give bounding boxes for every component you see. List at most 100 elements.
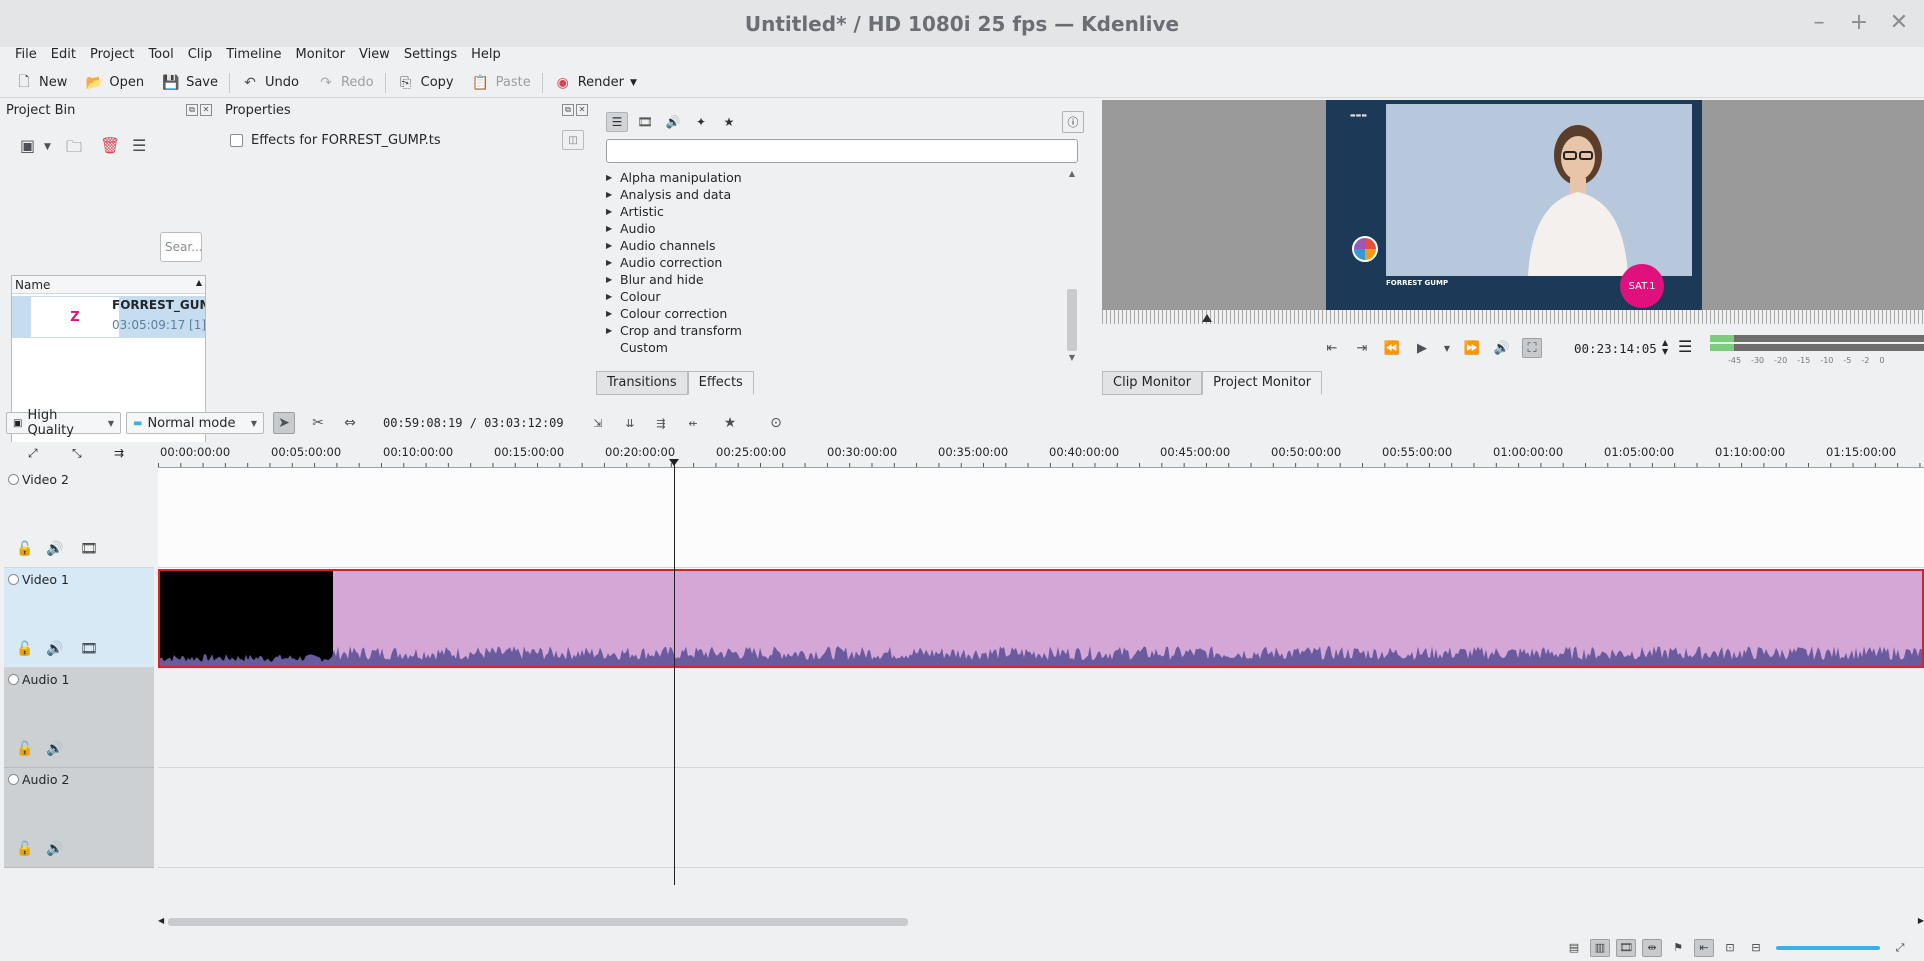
lock-icon[interactable]: 🔓 (16, 541, 33, 557)
add-folder-icon[interactable]: 🗀 (66, 136, 82, 163)
rewind-icon[interactable]: ⏪ (1382, 338, 1402, 358)
expand-arrow-icon[interactable]: ▶ (606, 173, 614, 182)
expand-arrow-icon[interactable]: ▶ (606, 258, 614, 267)
bin-search-input[interactable]: Sear... (160, 232, 203, 262)
audio-filter-icon[interactable]: 🔊 (662, 112, 684, 132)
expand-arrow-icon[interactable]: ▶ (606, 292, 614, 301)
track-target-radio[interactable] (8, 474, 19, 485)
lock-icon[interactable]: 🔓 (16, 641, 33, 657)
close-panel-icon[interactable]: ✕ (576, 104, 588, 116)
track-header-video-2[interactable]: Video 2 🔓 🔊 🎞 (4, 468, 154, 568)
fit-zoom-icon[interactable]: ⤢ (28, 446, 38, 461)
set-zone-out-icon[interactable]: ⇥ (1352, 338, 1372, 358)
effect-category[interactable]: ▶ Crop and transform (606, 322, 1082, 339)
chevron-down-icon[interactable]: ▼ (630, 78, 637, 88)
audio-mute-icon[interactable]: 🔊 (46, 641, 63, 657)
menu-monitor[interactable]: Monitor (289, 47, 352, 62)
audio-mute-icon[interactable]: 🔊 (46, 541, 63, 557)
effect-category[interactable]: ▶ Audio channels (606, 237, 1082, 254)
track-lane-audio-1[interactable] (158, 668, 1924, 768)
scroll-up-icon[interactable]: ▲ (1066, 169, 1078, 178)
favorites-star-icon[interactable]: ★ (718, 112, 740, 132)
track-target-radio[interactable] (8, 774, 19, 785)
compare-icon[interactable]: ◫ (562, 130, 584, 150)
menu-help[interactable]: Help (464, 47, 508, 62)
zoom-slider[interactable] (1776, 945, 1880, 950)
save-button[interactable]: 💾 Save (153, 70, 227, 96)
track-target-radio[interactable] (8, 574, 19, 585)
spacer-tool-icon[interactable]: ⇔ (339, 412, 361, 434)
show-audio-thumbs-icon[interactable]: ▥ (1590, 938, 1610, 957)
expand-arrow-icon[interactable]: ▶ (606, 207, 614, 216)
play-icon[interactable]: ▶ (1412, 338, 1432, 358)
monitor-playhead[interactable] (1202, 314, 1212, 322)
effect-category[interactable]: ▶ Audio correction (606, 254, 1082, 271)
forward-icon[interactable]: ⏩ (1462, 338, 1482, 358)
menu-file[interactable]: File (8, 47, 44, 62)
monitor-timecode[interactable]: 00:23:14:05 (1574, 341, 1657, 356)
expand-arrow-icon[interactable]: ▶ (606, 326, 614, 335)
overwrite-icon[interactable]: ⇊ (619, 412, 641, 434)
menu-icon[interactable]: ☰ (132, 136, 146, 155)
track-lane-video-2[interactable] (158, 468, 1924, 568)
chevron-down-icon[interactable]: ▼ (44, 142, 51, 152)
audio-mute-icon[interactable]: 🔊 (46, 841, 63, 857)
expand-arrow-icon[interactable]: ▶ (606, 309, 614, 318)
timeline-settings-icon[interactable]: ⊙ (765, 412, 787, 434)
zoom-out-icon[interactable]: ⊟ (1746, 939, 1766, 957)
delete-icon[interactable]: 🗑 (100, 136, 120, 155)
tab-transitions[interactable]: Transitions (596, 371, 688, 395)
show-video-thumbs-icon[interactable]: 🎞 (1616, 938, 1636, 957)
info-icon[interactable]: ⓘ (1062, 111, 1084, 133)
timecode-spin-icon[interactable]: ▲ ▼ (1662, 338, 1668, 356)
close-icon[interactable]: ✕ (1888, 10, 1910, 35)
undo-button[interactable]: ↶ Undo (232, 70, 308, 96)
effect-category[interactable]: ▶ Analysis and data (606, 186, 1082, 203)
tab-project-monitor[interactable]: Project Monitor (1202, 371, 1323, 395)
quality-select[interactable]: ▣ High Quality ▼ (6, 408, 121, 438)
zoom-in-icon[interactable]: ⤢ (1890, 939, 1910, 957)
effect-category[interactable]: ▶ Blur and hide (606, 271, 1082, 288)
timeline-ruler[interactable]: 00:00:00:00 00:05:00:00 00:10:00:00 00:1… (158, 442, 1924, 468)
effect-category[interactable]: ▶ Audio (606, 220, 1082, 237)
close-panel-icon[interactable]: ✕ (200, 104, 212, 116)
edit-mode-select[interactable]: ▬ Normal mode ▼ (126, 412, 264, 434)
effects-for-clip-checkbox[interactable]: Effects for FORREST_GUMP.ts (230, 133, 441, 148)
video-hide-icon[interactable]: 🎞 (80, 541, 98, 557)
show-thumbnails-icon[interactable]: ▤ (1564, 939, 1584, 957)
extract-icon[interactable]: ⇷ (682, 412, 704, 434)
render-button[interactable]: ◉ Render ▼ (545, 70, 646, 96)
tab-effects[interactable]: Effects (687, 371, 754, 395)
timeline-playhead[interactable] (674, 459, 675, 885)
fullscreen-icon[interactable]: ⛶ (1522, 338, 1542, 358)
track-target-radio[interactable] (8, 674, 19, 685)
scroll-right-icon[interactable]: ▶ (1918, 916, 1924, 925)
show-zone-icon[interactable]: ⇤ (1694, 938, 1714, 957)
effect-category[interactable]: Custom (606, 339, 1082, 356)
favorites-star-icon[interactable]: ★ (719, 412, 741, 434)
menu-view[interactable]: View (352, 47, 397, 62)
timeline-position[interactable]: 00:59:08:19 / 03:03:12:09 (383, 416, 564, 430)
effect-category[interactable]: ▶ Colour (606, 288, 1082, 305)
scrollbar-thumb[interactable] (1067, 289, 1077, 351)
expand-arrow-icon[interactable]: ▶ (606, 224, 614, 233)
track-header-audio-1[interactable]: Audio 1 🔓 🔊 (4, 668, 154, 768)
show-markers-icon[interactable]: ⚑ (1668, 939, 1688, 957)
menu-timeline[interactable]: Timeline (219, 47, 288, 62)
lock-icon[interactable]: 🔓 (16, 741, 33, 757)
effects-search-input[interactable] (606, 139, 1078, 163)
set-zone-in-icon[interactable]: ⇤ (1322, 338, 1342, 358)
new-button[interactable]: 🗋 New (6, 70, 76, 96)
lift-icon[interactable]: ⇶ (650, 412, 672, 434)
effects-scrollbar[interactable]: ▲ ▼ (1066, 169, 1078, 362)
maximize-icon[interactable]: + (1848, 10, 1870, 35)
open-button[interactable]: 📂 Open (76, 70, 153, 96)
track-header-video-1[interactable]: Video 1 🔓 🔊 🎞 (4, 568, 154, 668)
custom-effects-icon[interactable]: ✦ (690, 112, 712, 132)
video-filter-icon[interactable]: 🎞 (634, 112, 656, 132)
copy-button[interactable]: ⎘ Copy (388, 70, 463, 96)
track-lane-audio-2[interactable] (158, 768, 1924, 868)
menu-project[interactable]: Project (83, 47, 141, 62)
timeline-clip[interactable] (158, 569, 1924, 668)
track-settings-icon[interactable]: ⇉ (114, 446, 124, 460)
